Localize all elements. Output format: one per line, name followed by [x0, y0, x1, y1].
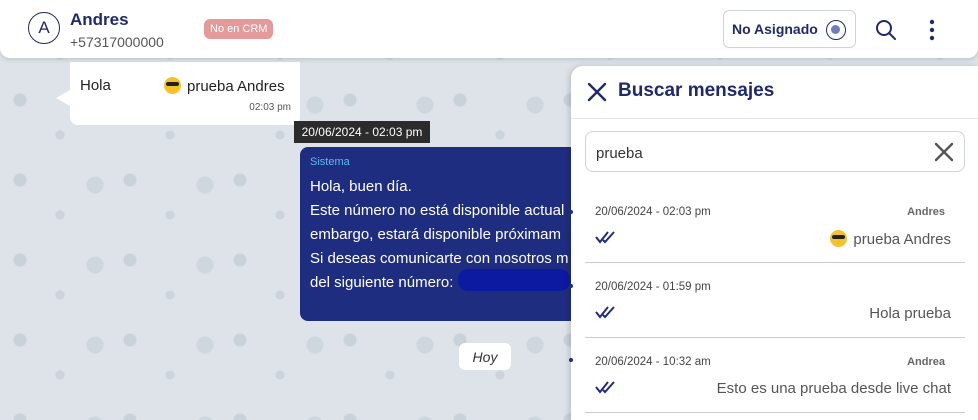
result-text: Hola prueba	[869, 305, 951, 322]
bubble-tail	[56, 90, 70, 106]
result-text-label: prueba Andres	[853, 231, 951, 248]
day-separator: Hoy	[459, 343, 511, 370]
search-messages-panel: Buscar mensajes 20/06/2024 - 02:03 pm An…	[571, 66, 978, 420]
result-date: 20/06/2024 - 02:03 pm	[595, 206, 711, 218]
double-check-icon	[595, 231, 615, 244]
result-text: prueba Andres	[830, 230, 951, 248]
sunglasses-emoji-icon	[164, 77, 181, 94]
crm-status-badge: No en CRM	[204, 19, 274, 39]
search-result[interactable]: 20/06/2024 - 02:03 pm Andres prueba Andr…	[585, 188, 965, 263]
message-text-2-label: prueba Andres	[187, 78, 285, 95]
panel-title: Buscar mensajes	[618, 80, 775, 101]
result-text: Esto es una prueba desde live chat	[716, 380, 951, 397]
divider	[571, 118, 978, 119]
result-date: 20/06/2024 - 10:32 am	[595, 356, 711, 368]
edge-dot	[569, 284, 573, 288]
search-result[interactable]: 20/06/2024 - 01:59 pm Hola prueba	[585, 263, 965, 338]
search-input[interactable]	[596, 142, 916, 164]
double-check-icon	[595, 381, 615, 394]
search-icon[interactable]	[874, 18, 898, 42]
avatar-initial: A	[38, 18, 50, 37]
result-date: 20/06/2024 - 01:59 pm	[595, 281, 711, 293]
search-result[interactable]: 20/06/2024 - 10:32 am Andrea Esto es una…	[585, 338, 965, 413]
result-sender: Andrea	[907, 356, 945, 368]
assign-agent-button[interactable]: No Asignado	[723, 10, 856, 48]
avatar[interactable]: A	[28, 12, 60, 44]
search-box	[585, 131, 965, 172]
divider	[585, 412, 965, 413]
result-sender: Andres	[907, 206, 945, 218]
contact-name[interactable]: Andres	[70, 10, 129, 30]
agent-icon	[826, 20, 846, 40]
clear-icon[interactable]	[934, 142, 954, 162]
redacted-phone	[458, 269, 570, 291]
message-time: 02:03 pm	[249, 102, 291, 113]
date-tooltip: 20/06/2024 - 02:03 pm	[294, 121, 430, 143]
vertical-dots-icon[interactable]	[922, 18, 942, 42]
message-text-2: prueba Andres	[164, 77, 285, 95]
edge-dot	[569, 210, 573, 214]
outgoing-message[interactable]: Sistema Hola, buen día. Este número no e…	[300, 147, 590, 321]
message-sender: Sistema	[310, 156, 350, 168]
sunglasses-emoji-icon	[830, 230, 848, 247]
message-text: Hola	[80, 77, 111, 94]
contact-phone: +57317000000	[70, 34, 164, 50]
assign-agent-label: No Asignado	[732, 21, 818, 37]
double-check-icon	[595, 306, 615, 319]
incoming-message[interactable]: Hola prueba Andres 02:03 pm	[56, 62, 300, 125]
edge-dot	[569, 358, 573, 362]
close-icon[interactable]	[587, 82, 607, 102]
chat-header: A Andres +57317000000 No en CRM No Asign…	[0, 0, 978, 58]
